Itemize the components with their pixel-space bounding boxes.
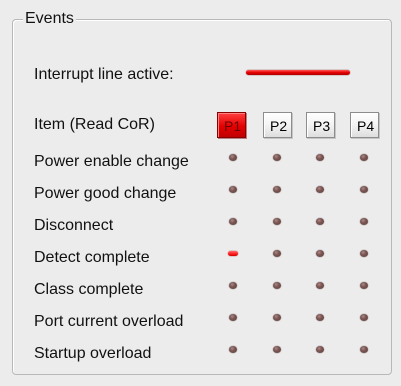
- disconnect-p2-led-icon: [273, 218, 281, 225]
- power-enable-change-p1-led-icon: [229, 154, 237, 161]
- detect-complete-label: Detect complete: [34, 249, 150, 266]
- startup-overload-p3-led-icon: [316, 346, 324, 353]
- events-title: Events: [23, 9, 76, 29]
- class-complete-p4-led-icon: [360, 282, 368, 289]
- disconnect-label: Disconnect: [34, 217, 114, 234]
- power-enable-change-p4-led-icon: [360, 154, 368, 161]
- port-p4-button[interactable]: P4: [350, 112, 379, 138]
- disconnect-p4-led-icon: [360, 218, 368, 225]
- power-enable-change-label: Power enable change: [34, 153, 189, 170]
- detect-complete-p3-led-icon: [316, 250, 324, 257]
- power-good-change-p1-led-icon: [229, 186, 237, 193]
- startup-overload-p4-led-icon: [360, 346, 368, 353]
- port-current-overload-p3-led-icon: [316, 314, 324, 321]
- events-window: Events Interrupt line active: Item (Read…: [0, 0, 401, 386]
- power-enable-change-p3-led-icon: [316, 154, 324, 161]
- class-complete-p1-led-icon: [229, 282, 237, 289]
- port-p2-button[interactable]: P2: [263, 112, 292, 138]
- detect-complete-p4-led-icon: [360, 250, 368, 257]
- startup-overload-label: Startup overload: [34, 345, 152, 362]
- port-current-overload-p1-led-icon: [229, 314, 237, 321]
- port-p1-button[interactable]: P1: [217, 112, 246, 138]
- power-good-change-p2-led-icon: [273, 186, 281, 193]
- item-read-cor-label: Item (Read CoR): [34, 116, 155, 133]
- port-current-overload-p2-led-icon: [273, 314, 281, 321]
- class-complete-p3-led-icon: [316, 282, 324, 289]
- detect-complete-p2-led-icon: [273, 250, 281, 257]
- power-good-change-p3-led-icon: [316, 186, 324, 193]
- interrupt-line-label: Interrupt line active:: [34, 66, 174, 83]
- startup-overload-p1-led-icon: [229, 346, 237, 353]
- detect-complete-p1-led-icon: [228, 251, 238, 256]
- disconnect-p1-led-icon: [229, 218, 237, 225]
- disconnect-p3-led-icon: [316, 218, 324, 225]
- power-good-change-label: Power good change: [34, 185, 177, 202]
- class-complete-label: Class complete: [34, 281, 144, 298]
- port-current-overload-label: Port current overload: [34, 313, 184, 330]
- startup-overload-p2-led-icon: [273, 346, 281, 353]
- power-enable-change-p2-led-icon: [273, 154, 281, 161]
- power-good-change-p4-led-icon: [360, 186, 368, 193]
- port-p3-button[interactable]: P3: [306, 112, 335, 138]
- class-complete-p2-led-icon: [273, 282, 281, 289]
- interrupt-line-indicator: [246, 70, 350, 75]
- port-current-overload-p4-led-icon: [360, 314, 368, 321]
